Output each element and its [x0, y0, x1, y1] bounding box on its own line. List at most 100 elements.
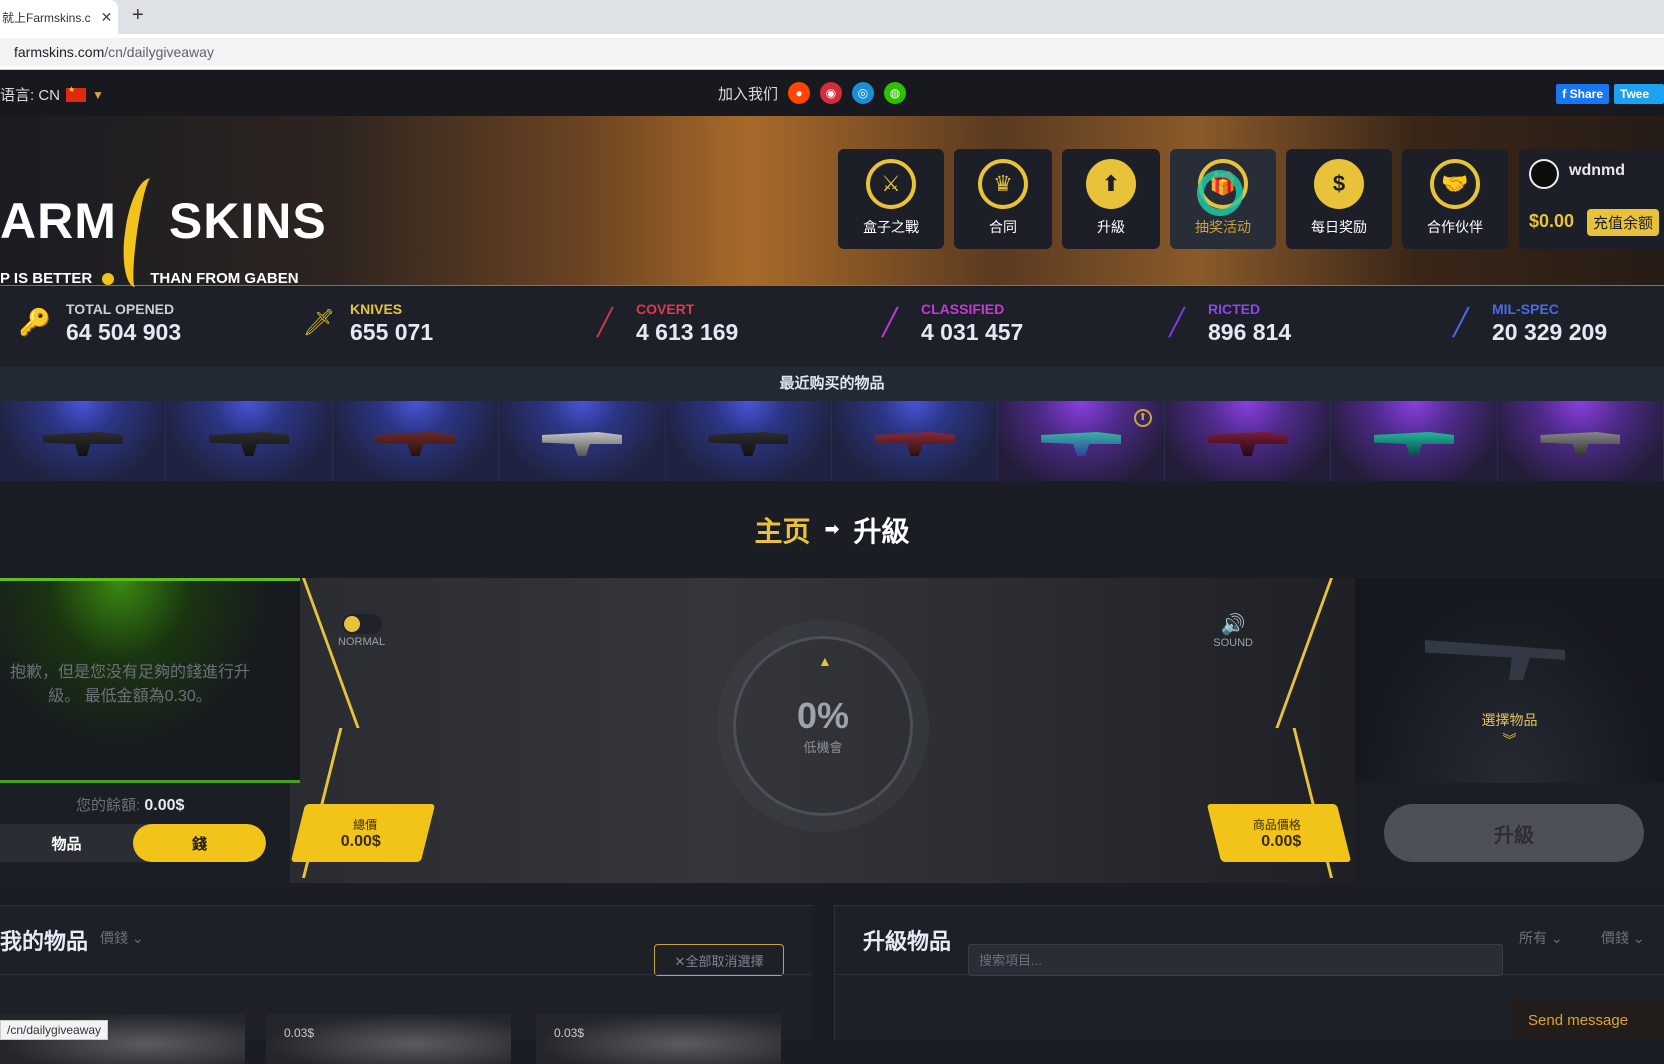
recent-item[interactable]	[832, 401, 999, 481]
knife-icon: 🗡	[302, 307, 336, 337]
url-host: farmskins.com	[14, 44, 105, 60]
steam-icon[interactable]: ◎	[852, 82, 875, 104]
logo-right: SKINS	[168, 193, 327, 249]
nav-label: 抽奖活动	[1195, 219, 1251, 235]
search-input[interactable]	[968, 944, 1503, 976]
upgrade-badge-icon: ⬆	[1133, 409, 1152, 427]
stat-label: RICTED	[1208, 301, 1261, 317]
stat-total-opened: 🔑 TOTAL OPENED 64 504 903	[18, 301, 181, 346]
weapon-image	[1540, 432, 1621, 456]
tweet-button[interactable]: Twee	[1614, 84, 1664, 104]
user-panel: wdnmd $0.00 充值余额	[1519, 149, 1664, 249]
stat-mil-spec: ╱ MIL-SPEC 20 329 209	[1444, 301, 1607, 346]
toggle-items[interactable]: 物品	[0, 824, 133, 862]
weapon-image	[708, 432, 789, 456]
language-selector[interactable]: 语言: CN ▼	[0, 84, 104, 105]
toggle-money[interactable]: 錢	[133, 824, 266, 862]
new-tab-button[interactable]: +	[132, 4, 144, 27]
stats-bar: 🔑 TOTAL OPENED 64 504 903 🗡 KNIVES 655 071…	[0, 287, 1664, 367]
item-price-card: 商品價格 0.00$	[1206, 804, 1352, 862]
weapon-image	[42, 432, 123, 456]
my-items-title: 我的物品	[0, 929, 89, 954]
stat-value: 20 329 209	[1492, 319, 1608, 345]
recent-item[interactable]	[1497, 401, 1664, 481]
upgrade-button[interactable]: 升級	[1384, 804, 1644, 862]
wechat-icon[interactable]: ◍	[884, 82, 907, 104]
recent-item[interactable]	[499, 401, 666, 481]
tweet-label: Twee	[1620, 87, 1650, 101]
stat-value: 655 071	[350, 319, 434, 345]
close-tab-icon[interactable]: ✕	[101, 9, 113, 26]
chance-dial: ▲ 0% 低機會	[733, 636, 913, 816]
inventory-item[interactable]: 0.03$	[266, 1014, 511, 1064]
item-price-value: 0.00$	[1261, 832, 1302, 850]
recent-item[interactable]	[1164, 401, 1332, 481]
total-label: 總價	[353, 817, 378, 832]
reddit-icon[interactable]: ●	[788, 82, 811, 104]
my-items-sort-dropdown[interactable]: 價錢 ⌄	[100, 928, 144, 948]
nav-upgrade[interactable]: ⬆ 升級	[1062, 149, 1160, 249]
pointer-triangle-icon: ▲	[818, 653, 832, 669]
arrow-up-icon: ⬆	[1086, 159, 1136, 209]
browser-tab-bar: 就上Farmskins.c ✕ +	[0, 0, 1664, 34]
sound-label: SOUND	[1213, 637, 1253, 649]
item-price: 0.03$	[284, 1026, 315, 1040]
insufficient-funds-message: 抱歉，但是您没有足夠的錢進行升級。 最低金額為0.30。	[9, 664, 250, 705]
stat-value: 4 031 457	[921, 319, 1024, 345]
nav-label: 合作伙伴	[1427, 219, 1483, 235]
logo-left: ARM	[0, 193, 117, 249]
nav-partners[interactable]: 🤝 合作伙伴	[1402, 149, 1508, 249]
farmskins-logo[interactable]: ARM SKINS P IS BETTER THAN FROM GABEN	[0, 166, 327, 290]
share-label: Share	[1569, 87, 1603, 101]
browser-tab[interactable]: 就上Farmskins.c ✕	[0, 0, 118, 34]
rifle-icon: ╱	[597, 307, 613, 337]
url-field[interactable]: farmskins.com/cn/dailygiveaway	[0, 38, 1664, 66]
hero-banner: ARM SKINS P IS BETTER THAN FROM GABEN ⚔ 盒子…	[0, 116, 1664, 290]
chevron-down-icon: ▼	[92, 87, 104, 102]
target-item-panel[interactable]: 選擇物品 ︾	[1355, 578, 1664, 783]
stat-value: 896 814	[1208, 319, 1292, 345]
china-flag-icon	[66, 85, 87, 102]
breadcrumb: 主页 ➡ 升級	[0, 481, 1664, 578]
recent-item[interactable]	[332, 401, 500, 481]
address-bar: farmskins.com/cn/dailygiveaway	[0, 34, 1664, 70]
send-message-button[interactable]: Send message	[1512, 1000, 1664, 1040]
deselect-all-button[interactable]: ✕全部取消選擇	[654, 944, 784, 976]
inventory-item[interactable]: 0.03$	[536, 1014, 781, 1064]
nav-contract[interactable]: ♛ 合同	[954, 149, 1052, 249]
nav-daily-reward[interactable]: $ 每日奖励	[1286, 149, 1392, 249]
logo-dot	[102, 272, 115, 285]
smg-icon: ╱	[1169, 307, 1185, 337]
sound-toggle[interactable]: 🔊 SOUND	[1213, 612, 1253, 649]
site-topbar: 语言: CN ▼ 加入我们 ● ◉ ◎ ◍ f Share Twee	[0, 70, 1664, 116]
filter-dropdown[interactable]: 所有 ⌄	[1519, 928, 1563, 948]
facebook-share-button[interactable]: f Share	[1556, 84, 1609, 104]
chance-label: 低機會	[803, 740, 843, 755]
weapon-image	[1041, 432, 1122, 456]
topup-button[interactable]: 充值余额	[1587, 209, 1660, 236]
mode-switch[interactable]	[341, 614, 382, 634]
item-price-label: 商品價格	[1252, 817, 1301, 832]
recent-item[interactable]	[166, 401, 333, 481]
avatar[interactable]	[1529, 159, 1559, 189]
recent-item[interactable]	[665, 401, 833, 481]
sort-label: 價錢	[1601, 930, 1629, 946]
breadcrumb-home[interactable]: 主页	[754, 510, 810, 550]
crown-icon: ♛	[978, 159, 1028, 209]
my-items-panel: 我的物品 價錢 ⌄ ✕全部取消選擇 0.03$ 0.03$ 0.03$	[0, 905, 812, 1064]
smg-icon: ╱	[1453, 307, 1469, 337]
choose-item[interactable]: 選擇物品 ︾	[1355, 710, 1664, 750]
upgrade-sort-dropdown[interactable]: 價錢 ⌄	[1601, 928, 1645, 948]
nav-case-battle[interactable]: ⚔ 盒子之戰	[838, 149, 944, 249]
username[interactable]: wdnmd	[1569, 162, 1625, 180]
recent-item[interactable]	[0, 401, 167, 481]
chevron-down-icon: ⌄	[1550, 930, 1563, 946]
weibo-icon[interactable]: ◉	[820, 82, 843, 104]
filter-label: 所有	[1519, 930, 1547, 946]
mode-toggle[interactable]: NORMAL	[338, 614, 385, 648]
logo-tag-left: P IS BETTER	[0, 270, 93, 287]
recent-item[interactable]: ⬆	[998, 401, 1165, 481]
recent-item[interactable]	[1331, 401, 1498, 481]
stat-classified: ╱ CLASSIFIED 4 031 457	[873, 301, 1023, 346]
dollar-coin-icon: $	[1314, 159, 1364, 209]
